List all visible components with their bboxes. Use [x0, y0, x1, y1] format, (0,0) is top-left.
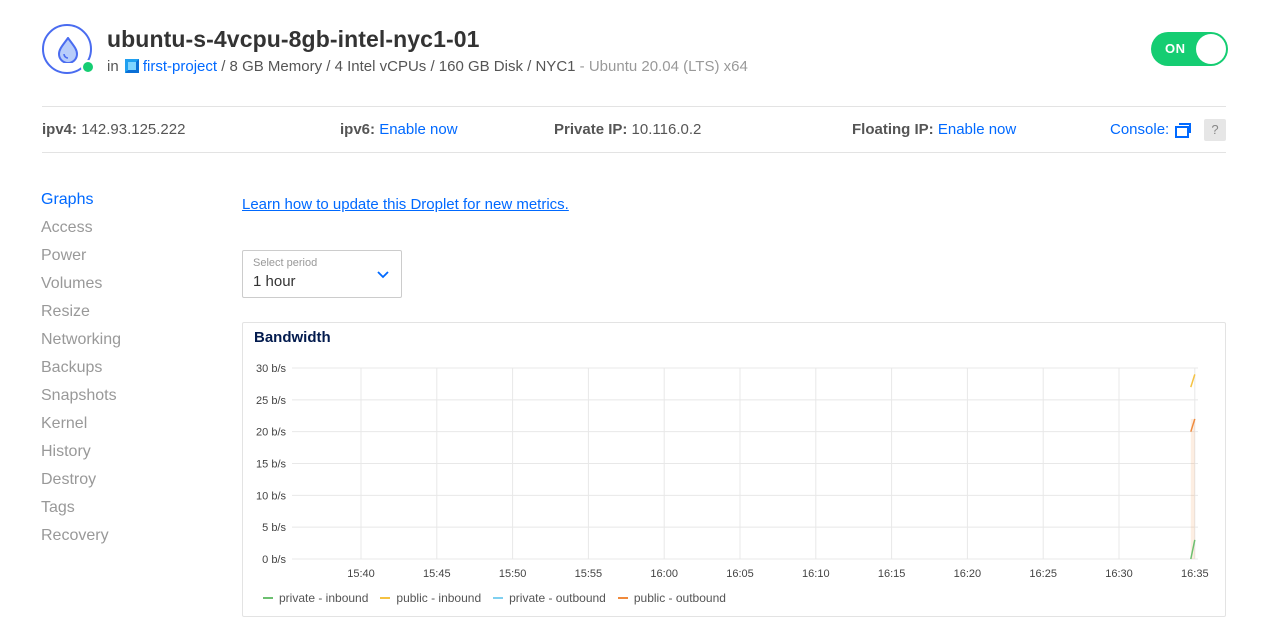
legend-swatch: [380, 597, 391, 599]
sidebar-item-power[interactable]: Power: [41, 242, 121, 270]
sidebar-item-kernel[interactable]: Kernel: [41, 410, 121, 438]
y-tick-label: 10 b/s: [256, 490, 286, 502]
x-tick-label: 16:30: [1105, 568, 1133, 580]
droplet-specs: / 8 GB Memory / 4 Intel vCPUs / 160 GB D…: [221, 58, 576, 75]
droplet-header: ubuntu-s-4vcpu-8gb-intel-nyc1-01 in firs…: [42, 24, 1226, 80]
legend-label: public - outbound: [633, 591, 726, 605]
y-tick-label: 5 b/s: [262, 522, 286, 534]
sidebar-item-backups[interactable]: Backups: [41, 354, 121, 382]
sidebar-item-destroy[interactable]: Destroy: [41, 466, 121, 494]
help-button[interactable]: ?: [1204, 119, 1226, 141]
legend-swatch: [493, 597, 504, 599]
private-ip-info: Private IP: 10.116.0.2: [554, 121, 701, 138]
ipv4-value: 142.93.125.222: [81, 121, 186, 138]
sidebar-item-recovery[interactable]: Recovery: [41, 522, 121, 550]
floating-ip-label: Floating IP:: [852, 121, 934, 138]
legend-label: public - inbound: [396, 591, 482, 605]
project-link[interactable]: first-project: [143, 58, 217, 75]
legend-item[interactable]: private - outbound: [493, 591, 606, 605]
sidebar-item-tags[interactable]: Tags: [41, 494, 121, 522]
ipv6-label: ipv6:: [340, 121, 376, 138]
legend-swatch: [263, 597, 273, 599]
x-tick-label: 15:50: [499, 568, 527, 580]
period-select[interactable]: Select period 1 hour: [242, 250, 402, 298]
y-tick-label: 30 b/s: [256, 363, 286, 375]
y-tick-label: 20 b/s: [256, 427, 286, 439]
legend-label: private - outbound: [509, 591, 606, 605]
x-tick-label: 16:35: [1181, 568, 1209, 580]
x-tick-label: 16:00: [650, 568, 678, 580]
legend-label: private - inbound: [279, 591, 369, 605]
status-dot: [81, 60, 95, 74]
x-tick-label: 15:55: [575, 568, 603, 580]
chart-legend: private - inbound public - inbound private…: [263, 591, 738, 605]
sidebar-item-volumes[interactable]: Volumes: [41, 270, 121, 298]
x-tick-label: 16:10: [802, 568, 830, 580]
project-icon: [124, 59, 139, 73]
private-ip-value: 10.116.0.2: [631, 121, 702, 138]
sidebar-item-history[interactable]: History: [41, 438, 121, 466]
private-ip-label: Private IP:: [554, 121, 628, 138]
y-tick-label: 0 b/s: [262, 554, 286, 566]
power-toggle-label: ON: [1165, 41, 1186, 56]
power-toggle[interactable]: ON: [1151, 32, 1228, 66]
sidebar-item-networking[interactable]: Networking: [41, 326, 121, 354]
x-tick-label: 16:05: [726, 568, 754, 580]
droplet-sidebar: Graphs Access Power Volumes Resize Netwo…: [41, 186, 121, 550]
console-link[interactable]: Console:: [1110, 121, 1192, 138]
period-select-label: Select period: [253, 257, 318, 269]
sidebar-item-snapshots[interactable]: Snapshots: [41, 382, 121, 410]
sidebar-item-resize[interactable]: Resize: [41, 298, 121, 326]
network-info-bar: ipv4: 142.93.125.222 ipv6: Enable now Pr…: [42, 106, 1226, 153]
external-window-icon[interactable]: [1175, 123, 1192, 138]
period-select-value: 1 hour: [253, 273, 296, 290]
bandwidth-chart: Bandwidth 0 b/s 5 b/s 10 b/s 15 b/s 20 b/s 25…: [242, 322, 1226, 617]
ipv6-enable-link[interactable]: Enable now: [379, 121, 457, 138]
droplet-icon: [57, 37, 79, 63]
in-label: in: [107, 58, 119, 75]
legend-item[interactable]: private - inbound: [263, 591, 368, 605]
power-toggle-knob: [1196, 34, 1226, 64]
legend-item[interactable]: public - outbound: [617, 591, 726, 605]
x-tick-label: 15:40: [347, 568, 375, 580]
legend-item[interactable]: public - inbound: [380, 591, 481, 605]
chevron-down-icon: [377, 271, 389, 279]
y-tick-label: 25 b/s: [256, 395, 286, 407]
sidebar-item-access[interactable]: Access: [41, 214, 121, 242]
floating-ip-info: Floating IP: Enable now: [852, 121, 1016, 138]
legend-swatch: [617, 597, 628, 599]
ipv4-info: ipv4: 142.93.125.222: [42, 121, 185, 138]
x-tick-label: 16:15: [878, 568, 906, 580]
x-tick-label: 16:20: [954, 568, 982, 580]
floating-ip-enable-link[interactable]: Enable now: [938, 121, 1016, 138]
droplet-name: ubuntu-s-4vcpu-8gb-intel-nyc1-01: [107, 26, 480, 52]
console-label[interactable]: Console:: [1110, 121, 1169, 138]
ipv6-info: ipv6: Enable now: [340, 121, 458, 138]
droplet-subtitle: in first-project / 8 GB Memory / 4 Intel…: [107, 58, 748, 75]
series-line-public-inbound: [1190, 374, 1196, 388]
sidebar-item-graphs[interactable]: Graphs: [41, 186, 121, 214]
bandwidth-chart-plot: 0 b/s 5 b/s 10 b/s 15 b/s 20 b/s 25 b/s 30 b/s…: [256, 363, 1209, 580]
public-outbound-area: [1190, 418, 1195, 559]
ipv4-label: ipv4:: [42, 121, 78, 138]
y-tick-label: 15 b/s: [256, 459, 286, 471]
droplet-os: - Ubuntu 20.04 (LTS) x64: [579, 58, 748, 75]
droplet-avatar: [42, 24, 95, 74]
x-tick-label: 16:25: [1029, 568, 1057, 580]
metrics-update-link[interactable]: Learn how to update this Droplet for new…: [242, 196, 569, 213]
x-tick-label: 15:45: [423, 568, 451, 580]
